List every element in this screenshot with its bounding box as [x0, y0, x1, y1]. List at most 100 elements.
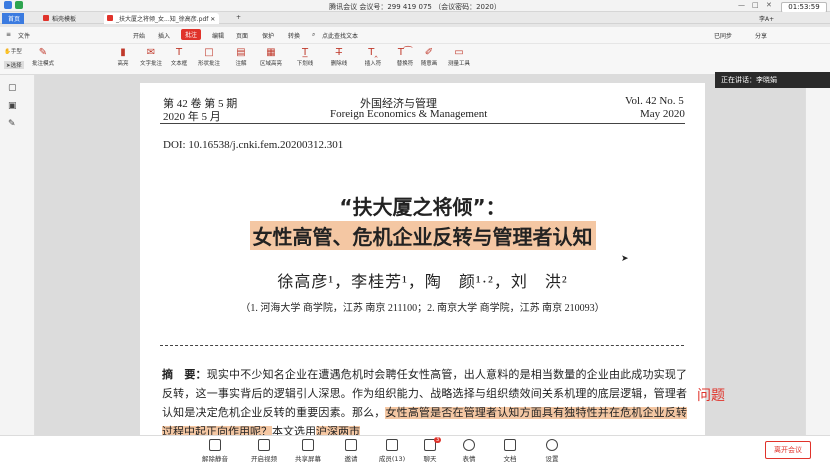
- underline-button[interactable]: T̲ 下划线: [292, 46, 318, 67]
- separator-rule: [160, 345, 684, 351]
- unmute-button[interactable]: 解除静音: [195, 439, 235, 463]
- tool-label: 文本框: [170, 61, 188, 67]
- tool-label: 手型: [10, 49, 22, 55]
- pen-icon: ✎: [38, 47, 48, 58]
- control-label: 表情: [462, 455, 476, 463]
- control-label: 成员(13): [378, 455, 406, 463]
- menu-file[interactable]: 文件: [18, 31, 30, 40]
- leave-meeting-button[interactable]: 离开会议: [765, 441, 811, 459]
- search-icon[interactable]: ⌕: [312, 31, 315, 39]
- camera-icon: [258, 439, 270, 451]
- reactions-button[interactable]: 表情: [449, 439, 489, 463]
- select-tool[interactable]: ➤选择: [4, 61, 24, 69]
- screen-share-icon: [302, 439, 314, 451]
- date-en: May 2020: [640, 108, 685, 120]
- strikethrough-button[interactable]: T̶ 删除线: [326, 46, 352, 67]
- meeting-title-bar: 腾讯会议 会议号：299 419 075 （会议密码：2020） — □ ✕: [0, 0, 830, 12]
- annotation-toolbar: ✎ 批注模式 ▮ 高亮 ✉ 文字批注 T 文本框 □ 形状批注 ▤ 注解 ▦ 区域高亮 T̲ 下…: [0, 44, 830, 75]
- insert-caret-button[interactable]: T‸ 插入符: [360, 46, 386, 67]
- comment-panel-icon[interactable]: ✎: [8, 119, 16, 129]
- tool-label: 高亮: [117, 61, 129, 67]
- tool-label: 形状批注: [197, 61, 220, 67]
- chat-button[interactable]: 3 聊天: [410, 437, 450, 463]
- menu-page[interactable]: 页面: [236, 31, 248, 40]
- hamburger-icon[interactable]: ≡: [6, 31, 11, 38]
- invite-button[interactable]: 邀请: [331, 439, 371, 463]
- freehand-button[interactable]: ✐ 随意画: [416, 46, 442, 67]
- abstract: 摘 要：现实中不少知名企业在遭遇危机时会聘任女性高管，出人意料的是相当数量的企业…: [162, 366, 688, 435]
- speaking-indicator: 正在讲话：李晓娟: [715, 72, 830, 88]
- find-text-search[interactable]: 点此查找文本: [322, 31, 358, 40]
- tool-label: 区域高亮: [259, 61, 282, 67]
- journal-en: Foreign Economics & Management: [330, 108, 488, 120]
- bookmark-icon[interactable]: ▣: [8, 101, 17, 111]
- menu-protect[interactable]: 保护: [262, 31, 274, 40]
- tab-home[interactable]: 首页: [2, 13, 25, 24]
- user-account[interactable]: 李A+: [755, 13, 778, 24]
- date-cn: 2020 年 5 月: [163, 111, 221, 123]
- menu-annotate[interactable]: 批注: [181, 29, 202, 40]
- tab-templates[interactable]: 稻壳模板: [40, 13, 80, 24]
- tab-pdf-document[interactable]: _扶大厦之将倾_女...知_徐高彦.pdf ✕: [104, 13, 220, 24]
- tab-label: 稻壳模板: [52, 16, 77, 23]
- tool-label: 文字批注: [139, 61, 162, 67]
- menu-insert[interactable]: 插入: [158, 31, 170, 40]
- authors: 徐高彦¹，李桂芳¹，陶 颜¹·²，刘 洪²: [277, 274, 568, 291]
- annotation-mode-button[interactable]: ✎ 批注模式: [30, 46, 56, 67]
- area-highlight-button[interactable]: ▦ 区域高亮: [258, 46, 284, 67]
- text-annotation-button[interactable]: ✉ 文字批注: [138, 46, 164, 67]
- textbox-icon: T: [175, 47, 183, 58]
- members-icon: [386, 439, 398, 451]
- close-button[interactable]: ✕: [766, 1, 772, 9]
- hand-icon: ✋: [4, 49, 11, 55]
- minimize-button[interactable]: —: [738, 1, 745, 9]
- tool-label: 插入符: [364, 61, 382, 67]
- menu-start[interactable]: 开始: [133, 31, 145, 40]
- abstract-label: 摘 要：: [162, 369, 207, 381]
- meeting-title: 腾讯会议 会议号：299 419 075 （会议密码：2020）: [329, 3, 501, 11]
- share-button[interactable]: 分享: [755, 31, 767, 40]
- tool-label: 随意画: [420, 61, 438, 67]
- textbox-button[interactable]: T 文本框: [166, 46, 192, 67]
- menu-bar: ≡ 文件 开始 插入 批注 编辑 页面 保护 转换 ⌕ 点此查找文本 已同步 分…: [0, 27, 830, 43]
- shape-annotation-button[interactable]: □ 形状批注: [196, 46, 222, 67]
- tool-label: 选择: [10, 63, 22, 69]
- tool-label: 删除线: [330, 61, 348, 67]
- meeting-control-bar: 解除静音 开启视频 共享屏幕 邀请 成员(13) 3 聊天 表情 文档 设置: [0, 435, 830, 467]
- title-line-2: 女性高管、危机企业反转与管理者认知: [249, 221, 596, 250]
- menu-convert[interactable]: 转换: [288, 31, 300, 40]
- thumbnail-icon[interactable]: ▢: [8, 83, 17, 93]
- abstract-text-cont: 本文选用: [272, 426, 316, 435]
- chat-badge: 3: [434, 437, 442, 443]
- replace-button[interactable]: T⁀ 替换符: [392, 46, 418, 67]
- note-button[interactable]: ▤ 注解: [228, 46, 254, 67]
- hand-tool[interactable]: ✋手型: [4, 47, 22, 55]
- members-button[interactable]: 成员(13): [372, 439, 412, 463]
- invite-icon: [345, 439, 357, 451]
- control-label: 文档: [503, 455, 517, 463]
- documents-button[interactable]: 文档: [490, 439, 530, 463]
- user-name: 李A+: [759, 16, 775, 23]
- measure-button[interactable]: ▭ 测量工具: [446, 46, 472, 67]
- replace-icon: T⁀: [397, 47, 413, 58]
- video-button[interactable]: 开启视频: [244, 439, 284, 463]
- new-tab-button[interactable]: +: [232, 13, 245, 24]
- maximize-button[interactable]: □: [752, 1, 759, 9]
- tool-label: 测量工具: [447, 61, 470, 67]
- highlight-button[interactable]: ▮ 高亮: [110, 46, 136, 67]
- brush-icon: ✐: [424, 47, 434, 58]
- document-viewer[interactable]: 第 42 卷 第 5 期 2020 年 5 月 外国经济与管理 Foreign …: [35, 75, 805, 435]
- share-screen-button[interactable]: 共享屏幕: [288, 439, 328, 463]
- menu-edit[interactable]: 编辑: [212, 31, 224, 40]
- template-icon: [43, 15, 49, 21]
- sync-status[interactable]: 已同步: [714, 31, 732, 40]
- tool-label: 批注模式: [31, 61, 54, 67]
- mouse-cursor-icon: ➤: [621, 254, 629, 264]
- affiliations: （1. 河海大学 商学院，江苏 南京 211100；2. 南京大学 商学院，江苏…: [240, 303, 605, 314]
- tool-label: 替换符: [396, 61, 414, 67]
- settings-button[interactable]: 设置: [532, 439, 572, 463]
- control-label: 解除静音: [202, 455, 228, 463]
- strikethrough-icon: T̶: [335, 47, 343, 58]
- tab-bar: 首页 稻壳模板 _扶大厦之将倾_女...知_徐高彦.pdf ✕ + 李A+: [0, 12, 830, 24]
- gear-icon: [546, 439, 558, 451]
